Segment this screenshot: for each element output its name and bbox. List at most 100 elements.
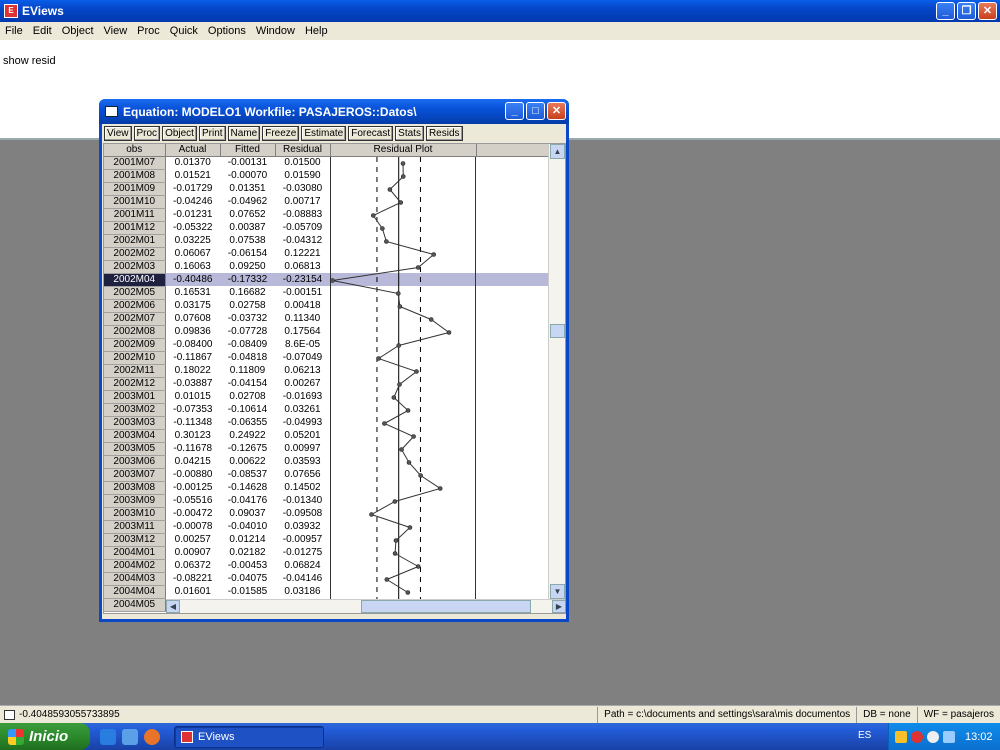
obs-cell[interactable]: 2001M10	[104, 195, 166, 209]
table-row[interactable]: 2002M04 -0.40486 -0.17332 -0.23154	[104, 273, 553, 287]
obs-cell[interactable]: 2001M08	[104, 169, 166, 183]
residual-cell[interactable]: 0.03186	[275, 585, 330, 598]
horizontal-scrollbar[interactable]: ◀ ▶	[166, 599, 565, 613]
residual-table[interactable]: obs Actual Fitted Residual Residual Plot…	[103, 143, 566, 614]
table-row[interactable]: 2002M08 0.09836 -0.07728 0.17564	[104, 325, 553, 339]
fitted-cell[interactable]: -0.06154	[220, 247, 275, 260]
actual-cell[interactable]: 0.30123	[165, 429, 220, 442]
menu-proc[interactable]: Proc	[132, 25, 165, 37]
menu-edit[interactable]: Edit	[28, 25, 57, 37]
actual-cell[interactable]: -0.08221	[165, 572, 220, 585]
table-row[interactable]: 2002M07 0.07608 -0.03732 0.11340	[104, 312, 553, 326]
obs-cell[interactable]: 2002M06	[104, 299, 166, 313]
table-row[interactable]: 2003M07 -0.00880 -0.08537 0.07656	[104, 468, 553, 482]
fitted-cell[interactable]: -0.04010	[220, 520, 275, 533]
fitted-cell[interactable]: -0.04818	[220, 351, 275, 364]
header-fitted[interactable]: Fitted	[220, 144, 276, 157]
residual-cell[interactable]: -0.01340	[275, 494, 330, 507]
fitted-cell[interactable]: -0.14628	[220, 481, 275, 494]
minimize-button[interactable]: _	[936, 2, 955, 20]
table-row[interactable]: 2003M05 -0.11678 -0.12675 0.00997	[104, 442, 553, 456]
actual-cell[interactable]: -0.03887	[165, 377, 220, 390]
horizontal-scroll-thumb[interactable]	[361, 600, 531, 613]
residual-cell[interactable]: -0.00957	[275, 533, 330, 546]
obs-cell[interactable]: 2003M12	[104, 533, 166, 547]
equation-titlebar[interactable]: Equation: MODELO1 Workfile: PASAJEROS::D…	[99, 99, 569, 124]
fitted-cell[interactable]: 0.02758	[220, 299, 275, 312]
actual-cell[interactable]: 0.09836	[165, 325, 220, 338]
security-shield-icon[interactable]	[895, 730, 907, 743]
fitted-cell[interactable]: -0.04962	[220, 195, 275, 208]
actual-cell[interactable]: 0.01370	[165, 156, 220, 169]
obs-cell[interactable]: 2004M05	[104, 598, 166, 612]
actual-cell[interactable]: 0.00257	[165, 533, 220, 546]
residual-cell[interactable]: 0.06824	[275, 559, 330, 572]
obs-cell[interactable]: 2002M11	[104, 364, 166, 378]
fitted-cell[interactable]: 0.00622	[220, 455, 275, 468]
menu-view[interactable]: View	[99, 25, 133, 37]
residual-cell[interactable]: 0.05201	[275, 429, 330, 442]
residual-cell[interactable]: 0.06813	[275, 260, 330, 273]
fitted-cell[interactable]: -0.08409	[220, 338, 275, 351]
fitted-cell[interactable]: -0.04154	[220, 377, 275, 390]
residual-cell[interactable]: 0.17564	[275, 325, 330, 338]
residual-cell[interactable]: 0.07656	[275, 468, 330, 481]
actual-cell[interactable]: 0.16531	[165, 286, 220, 299]
residual-cell[interactable]: 0.03932	[275, 520, 330, 533]
actual-cell[interactable]: -0.00880	[165, 468, 220, 481]
actual-cell[interactable]: -0.07353	[165, 403, 220, 416]
language-indicator[interactable]: ES	[858, 730, 871, 741]
residual-cell[interactable]: -0.09508	[275, 507, 330, 520]
residual-cell[interactable]: 0.14502	[275, 481, 330, 494]
actual-cell[interactable]: -0.40486	[165, 273, 220, 286]
obs-cell[interactable]: 2002M01	[104, 234, 166, 248]
table-row[interactable]: 2004M03 -0.08221 -0.04075 -0.04146	[104, 572, 553, 586]
freeze-button[interactable]: Freeze	[262, 126, 300, 141]
residual-cell[interactable]: 0.01500	[275, 156, 330, 169]
table-row[interactable]: 2001M10 -0.04246 -0.04962 0.00717	[104, 195, 553, 209]
obs-cell[interactable]: 2003M06	[104, 455, 166, 469]
table-row[interactable]: 2002M05 0.16531 0.16682 -0.00151	[104, 286, 553, 300]
table-row[interactable]: 2002M09 -0.08400 -0.08409 8.6E-05	[104, 338, 553, 352]
residual-cell[interactable]: -0.03080	[275, 182, 330, 195]
residual-cell[interactable]: -0.00151	[275, 286, 330, 299]
fitted-cell[interactable]: -0.04075	[220, 572, 275, 585]
actual-cell[interactable]: -0.00078	[165, 520, 220, 533]
vertical-scroll-thumb[interactable]	[550, 324, 565, 338]
estimate-button[interactable]: Estimate	[301, 126, 347, 141]
residual-cell[interactable]: 0.03593	[275, 455, 330, 468]
actual-cell[interactable]: 0.01015	[165, 390, 220, 403]
obs-cell[interactable]: 2003M07	[104, 468, 166, 482]
print-button[interactable]: Print	[198, 126, 226, 141]
fitted-cell[interactable]: -0.01585	[220, 585, 275, 598]
table-row[interactable]: 2002M10 -0.11867 -0.04818 -0.07049	[104, 351, 553, 365]
menu-window[interactable]: Window	[251, 25, 300, 37]
scroll-left-arrow-icon[interactable]: ◀	[166, 600, 180, 613]
residual-cell[interactable]: -0.04312	[275, 234, 330, 247]
obs-cell[interactable]: 2004M04	[104, 585, 166, 599]
obs-cell[interactable]: 2002M12	[104, 377, 166, 391]
actual-cell[interactable]: 0.04215	[165, 455, 220, 468]
wireless-icon[interactable]	[943, 730, 955, 743]
table-row[interactable]: 2002M11 0.18022 0.11809 0.06213	[104, 364, 553, 378]
network-icon[interactable]	[927, 730, 939, 743]
obs-cell[interactable]: 2001M11	[104, 208, 166, 222]
vertical-scrollbar[interactable]: ▲ ▼	[548, 144, 565, 599]
residual-cell[interactable]: 0.00997	[275, 442, 330, 455]
fitted-cell[interactable]: -0.00453	[220, 559, 275, 572]
obs-cell[interactable]: 2002M05	[104, 286, 166, 300]
view-button[interactable]: View	[104, 126, 132, 141]
actual-cell[interactable]: -0.01231	[165, 208, 220, 221]
eq-maximize-button[interactable]: □	[526, 102, 545, 120]
residual-cell[interactable]: 0.00267	[275, 377, 330, 390]
table-row[interactable]: 2004M04 0.01601 -0.01585 0.03186	[104, 585, 553, 599]
table-row[interactable]: 2001M09 -0.01729 0.01351 -0.03080	[104, 182, 553, 196]
actual-cell[interactable]: -0.00472	[165, 507, 220, 520]
eq-close-button[interactable]: ✕	[547, 102, 566, 120]
start-button[interactable]: Inicio	[0, 723, 90, 750]
actual-cell[interactable]: -0.11678	[165, 442, 220, 455]
obs-cell[interactable]: 2003M08	[104, 481, 166, 495]
residual-cell[interactable]: 0.12221	[275, 247, 330, 260]
scroll-down-arrow-icon[interactable]: ▼	[550, 584, 565, 599]
table-row[interactable]: 2002M03 0.16063 0.09250 0.06813	[104, 260, 553, 274]
